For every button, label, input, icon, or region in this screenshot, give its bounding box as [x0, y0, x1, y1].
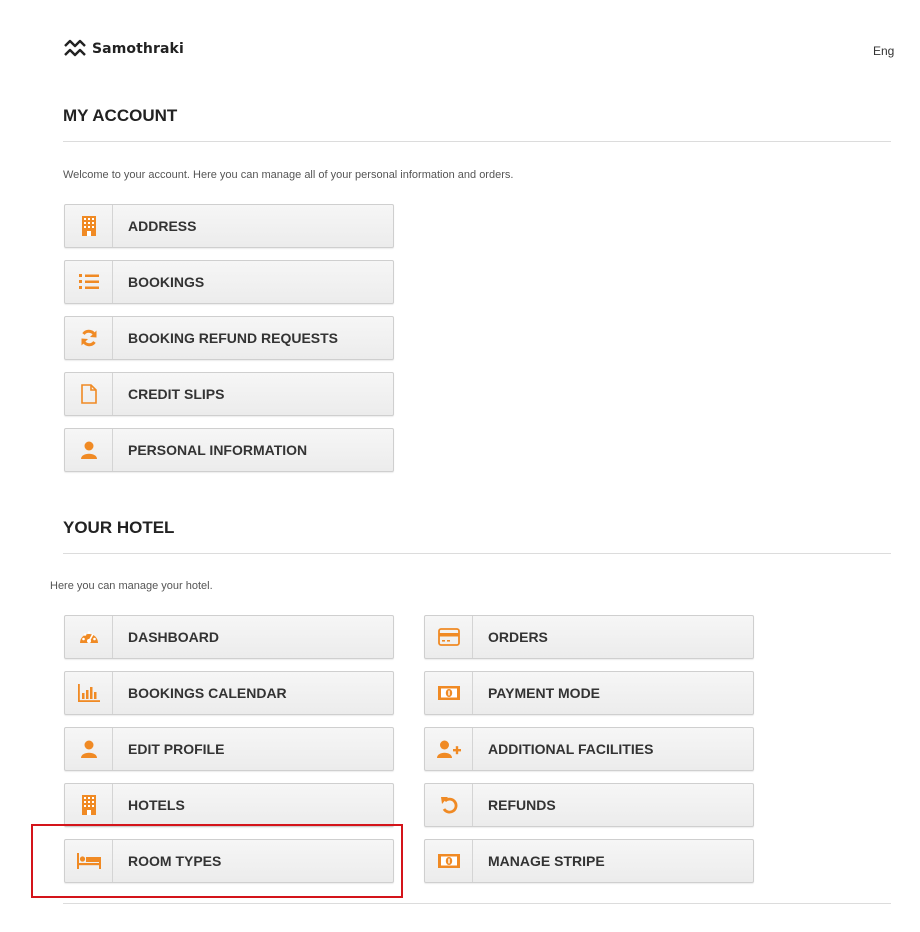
- tile-label: MANAGE STRIPE: [488, 853, 605, 869]
- hotel-bookings-calendar-link[interactable]: BOOKINGS CALENDAR: [64, 671, 394, 715]
- tile-label: PERSONAL INFORMATION: [128, 442, 308, 458]
- money-icon: [425, 672, 473, 714]
- your-hotel-intro: Here you can manage your hotel.: [50, 580, 213, 592]
- hotel-dashboard-link[interactable]: DASHBOARD: [64, 615, 394, 659]
- tile-label: PAYMENT MODE: [488, 685, 601, 701]
- building-icon: [65, 784, 113, 826]
- account-address-link[interactable]: ADDRESS: [64, 204, 394, 248]
- brand-name: Samothraki: [92, 41, 184, 57]
- account-credit-slips-link[interactable]: CREDIT SLIPS: [64, 372, 394, 416]
- credit-card-icon: [425, 616, 473, 658]
- dashboard-icon: [65, 616, 113, 658]
- account-bookings-link[interactable]: BOOKINGS: [64, 260, 394, 304]
- section-divider: [63, 141, 891, 142]
- tile-label: DASHBOARD: [128, 629, 219, 645]
- hotel-additional-facilities-link[interactable]: ADDITIONAL FACILITIES: [424, 727, 754, 771]
- hotel-edit-profile-link[interactable]: EDIT PROFILE: [64, 727, 394, 771]
- language-selector[interactable]: Eng: [873, 44, 894, 58]
- tile-label: ADDRESS: [128, 218, 197, 234]
- building-icon: [65, 205, 113, 247]
- undo-icon: [425, 784, 473, 826]
- tile-label: BOOKINGS CALENDAR: [128, 685, 287, 701]
- user-icon: [65, 728, 113, 770]
- tile-label: EDIT PROFILE: [128, 741, 225, 757]
- tile-label: BOOKING REFUND REQUESTS: [128, 330, 339, 346]
- wave-logo-icon: [64, 39, 86, 57]
- account-personal-info-link[interactable]: PERSONAL INFORMATION: [64, 428, 394, 472]
- bar-chart-icon: [65, 672, 113, 714]
- hotel-manage-stripe-link[interactable]: MANAGE STRIPE: [424, 839, 754, 883]
- your-hotel-title: YOUR HOTEL: [63, 518, 175, 537]
- hotel-hotels-link[interactable]: HOTELS: [64, 783, 394, 827]
- brand-logo[interactable]: Samothraki: [63, 38, 184, 60]
- tile-label: ADDITIONAL FACILITIES: [488, 741, 654, 757]
- ordered-list-icon: [65, 261, 113, 303]
- tile-label: CREDIT SLIPS: [128, 386, 225, 402]
- hotel-refunds-link[interactable]: REFUNDS: [424, 783, 754, 827]
- money-icon: [425, 840, 473, 882]
- tile-label: HOTELS: [128, 797, 185, 813]
- section-divider: [63, 903, 891, 904]
- user-icon: [65, 429, 113, 471]
- refresh-icon: [65, 317, 113, 359]
- tile-label: REFUNDS: [488, 797, 556, 813]
- user-plus-icon: [425, 728, 473, 770]
- hotel-orders-link[interactable]: ORDERS: [424, 615, 754, 659]
- tile-label: ORDERS: [488, 629, 548, 645]
- highlight-box: [31, 824, 403, 898]
- my-account-title: MY ACCOUNT: [63, 106, 178, 125]
- hotel-payment-mode-link[interactable]: PAYMENT MODE: [424, 671, 754, 715]
- my-account-intro: Welcome to your account. Here you can ma…: [63, 169, 514, 181]
- file-icon: [65, 373, 113, 415]
- tile-label: BOOKINGS: [128, 274, 205, 290]
- section-divider: [63, 553, 891, 554]
- account-refund-requests-link[interactable]: BOOKING REFUND REQUESTS: [64, 316, 394, 360]
